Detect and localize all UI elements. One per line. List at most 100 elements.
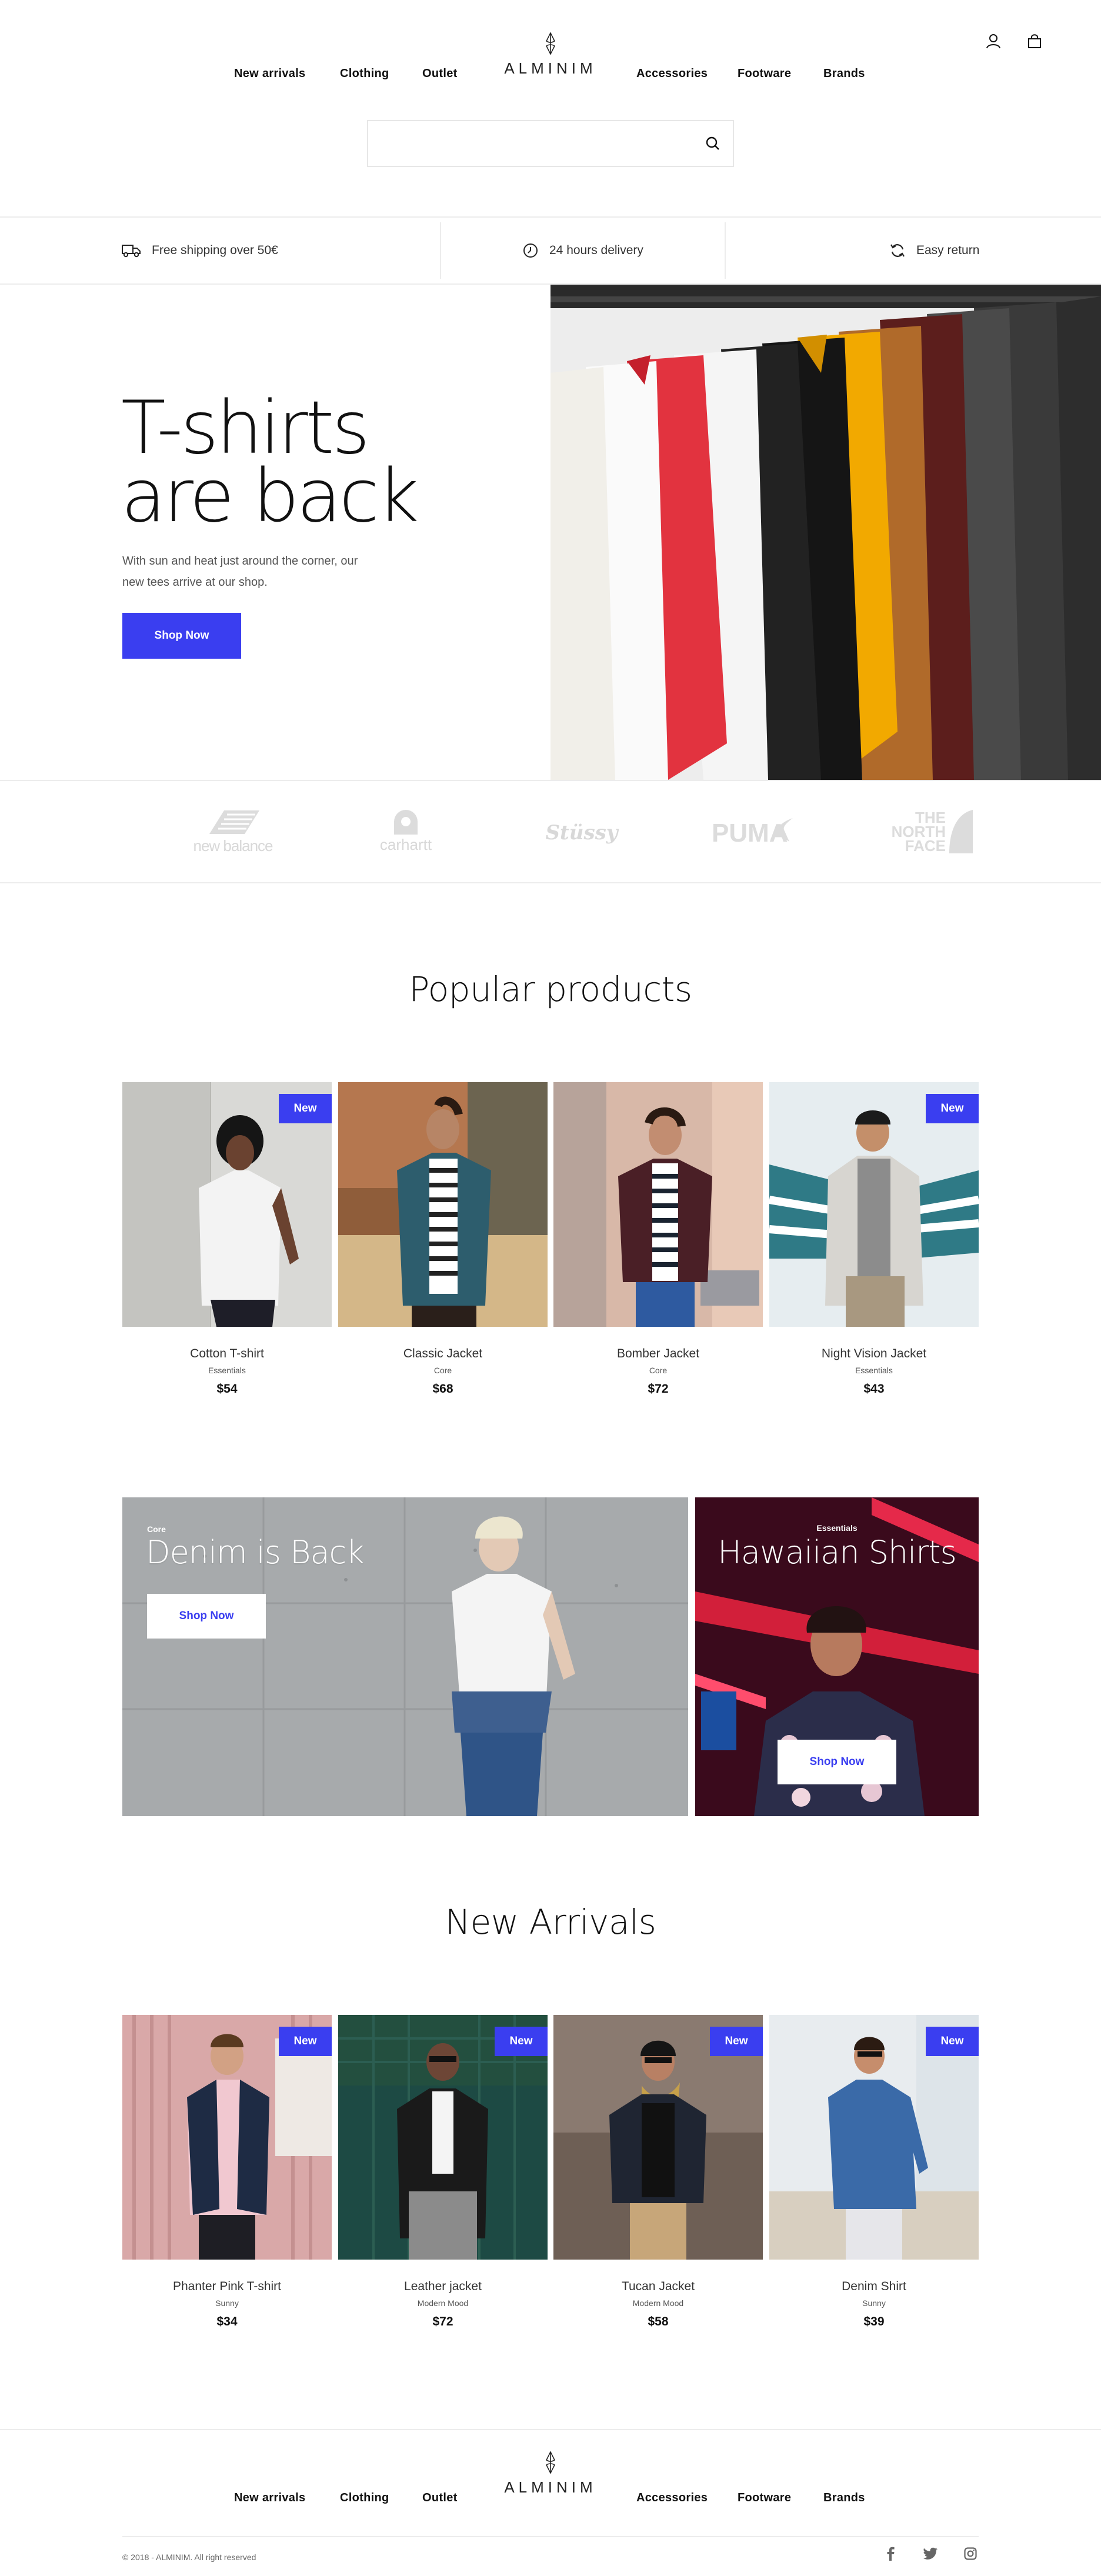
product-name[interactable]: Tucan Jacket [553,2280,763,2294]
product-image[interactable]: New [769,1082,979,1327]
logo-wordmark: ALMINIM [504,2478,597,2496]
footer-nav-brands[interactable]: Brands [823,2491,876,2505]
brand-puma-logo[interactable]: PUMA [712,805,794,857]
product-card[interactable]: New Night Vision Jacket Essentials $43 [769,1082,979,1396]
product-category: Modern Mood [632,2298,684,2308]
product-price: $54 [216,1382,238,1396]
hero-tshirts-image [550,285,1101,780]
footer-nav-footware[interactable]: Footware [738,2491,823,2505]
perk-24h-delivery: 24 hours delivery [522,218,643,283]
product-card[interactable]: Classic Jacket Core $68 [338,1082,548,1396]
promo-shop-now-button[interactable]: Shop Now [147,1594,266,1639]
product-image[interactable]: New [122,1082,332,1327]
site-footer: New arrivals Clothing Outlet ALMINIM Acc… [0,2429,1101,2576]
promo-tag: Essentials [816,1523,858,1533]
product-card[interactable]: New Cotton T-shirt Essentials $54 [122,1082,332,1396]
promo-tag: Core [147,1524,166,1534]
site-logo[interactable]: ALMINIM [0,32,1101,78]
product-name[interactable]: Cotton T-shirt [122,1347,332,1361]
product-category: Essentials [208,1366,246,1375]
perk-label: Free shipping over 50€ [152,243,278,257]
site-header: New arrivals Clothing Outlet ALMINIM Acc… [0,0,1101,216]
user-icon[interactable] [985,32,1002,50]
search-icon[interactable] [703,134,722,153]
nav-accessories[interactable]: Accessories [636,67,738,81]
brand-name: Stüssy [545,821,618,845]
product-image[interactable]: New [769,2015,979,2260]
promo-shop-now-button[interactable]: Shop Now [778,1740,896,1784]
bag-icon[interactable] [1026,32,1043,50]
social-links [882,2545,979,2562]
new-arrivals-title: New Arrivals [445,1902,656,1942]
logo-wordmark: ALMINIM [504,59,597,77]
promo-denim-banner[interactable]: Core Denim is Back Shop Now [122,1497,688,1816]
hero-banner: T-shirts are back With sun and heat just… [0,285,1101,780]
brand-name: carhartt [379,835,432,853]
footer-nav-accessories[interactable]: Accessories [636,2491,738,2505]
product-name[interactable]: Phanter Pink T-shirt [122,2280,332,2294]
product-card[interactable]: New Leather jacket Modern Mood $72 [338,2015,548,2329]
product-category: Core [649,1366,668,1375]
hero-title-line2: are back [121,454,419,539]
brand-the-north-face-logo[interactable]: THE NORTH FACE [875,805,975,857]
instagram-icon[interactable] [962,2545,979,2562]
new-badge: New [926,1094,979,1123]
product-category: Modern Mood [417,2298,469,2308]
hero-description: With sun and heat just around the corner… [122,555,358,589]
promo-hawaiian-banner[interactable]: Essentials Hawaiian Shirts Shop Now [695,1497,979,1816]
copyright-text: © 2018 - ALMINIM. All right reserved [122,2552,256,2562]
logo-mark-icon [546,32,555,55]
product-card[interactable]: Bomber Jacket Core $72 [553,1082,763,1396]
product-name[interactable]: Leather jacket [338,2280,548,2294]
footer-divider [122,2536,979,2537]
main-nav-right: Accessories Footware Brands [636,67,876,81]
clock-icon [523,243,538,258]
brand-stussy-logo[interactable]: Stüssy [545,805,618,861]
product-name[interactable]: Bomber Jacket [553,1347,763,1361]
product-image[interactable]: New [122,2015,332,2260]
product-card[interactable]: New Denim Shirt Sunny $39 [769,2015,979,2329]
product-category: Core [433,1366,452,1375]
brand-logos-strip: new balance carhartt Stüssy PUMA THE NORT… [0,780,1101,883]
header-actions [985,32,1043,50]
perk-easy-return: Easy return [889,218,979,283]
hero-title-line1: T-shirts [121,386,370,471]
product-card[interactable]: New Tucan Jacket Modern Mood $58 [553,2015,763,2329]
brand-new-balance-logo[interactable]: new balance [180,805,286,857]
product-price: $58 [648,2315,669,2328]
new-badge: New [926,2027,979,2056]
product-image[interactable] [338,1082,548,1327]
product-image[interactable]: New [553,2015,763,2260]
product-image[interactable] [553,1082,763,1327]
new-badge: New [279,2027,332,2056]
hero-shop-now-button[interactable]: Shop Now [122,613,241,659]
nav-footware[interactable]: Footware [738,67,823,81]
product-category: Sunny [862,2298,886,2308]
perks-bar: Free shipping over 50€ 24 hours delivery… [0,216,1101,285]
facebook-icon[interactable] [882,2545,899,2562]
product-image[interactable]: New [338,2015,548,2260]
product-price: $43 [863,1382,885,1396]
popular-products-grid: New Cotton T-shirt Essentials $54 Classi… [122,1082,979,1412]
new-arrivals-grid: New Phanter Pink T-shirt Sunny $34 New L… [122,2015,979,2344]
footer-logo[interactable]: ALMINIM [0,2451,1101,2497]
brand-carhartt-logo[interactable]: carhartt [359,805,453,857]
nav-brands[interactable]: Brands [823,67,876,81]
search-bar [367,120,734,167]
twitter-icon[interactable] [922,2545,939,2562]
product-price: $34 [216,2315,238,2328]
product-category: Essentials [855,1366,893,1375]
divider [725,222,726,279]
perk-free-shipping: Free shipping over 50€ [121,218,278,283]
product-card[interactable]: New Phanter Pink T-shirt Sunny $34 [122,2015,332,2329]
search-input[interactable] [368,121,698,166]
logo-mark-icon [546,2451,555,2474]
product-name[interactable]: Classic Jacket [338,1347,548,1361]
truck-icon [122,245,141,258]
promo-title: Denim is Back [146,1534,365,1571]
product-name[interactable]: Night Vision Jacket [769,1347,979,1361]
promo-title: Hawaiian Shirts [718,1534,956,1571]
new-badge: New [495,2027,548,2056]
product-name[interactable]: Denim Shirt [769,2280,979,2294]
refresh-icon [890,244,905,257]
